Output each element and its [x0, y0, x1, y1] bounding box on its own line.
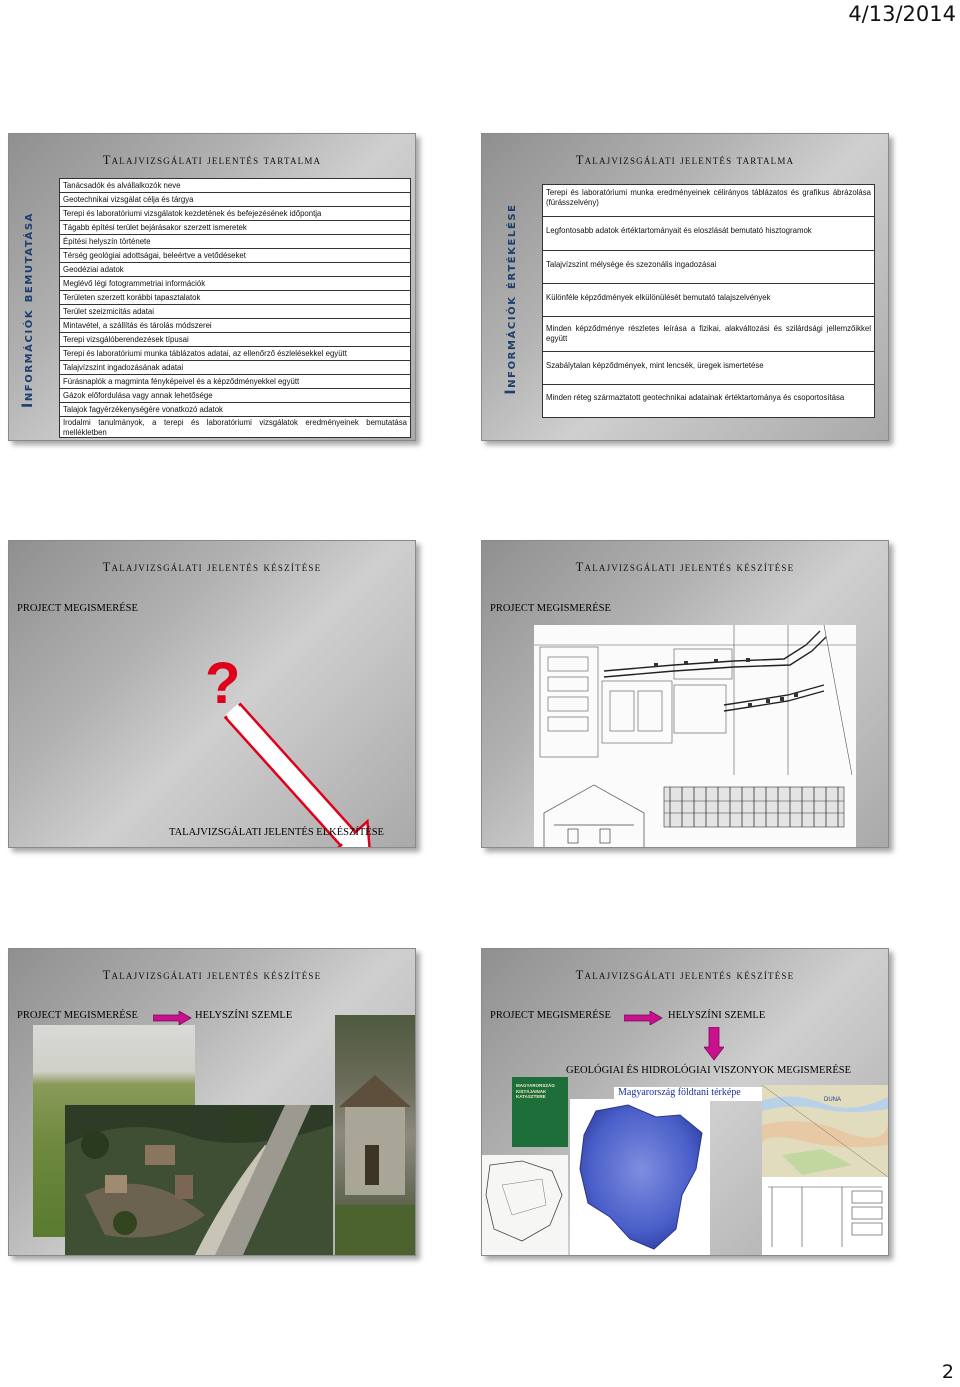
borehole-profile-drawing: [762, 1177, 888, 1255]
table-row: Terepi és laboratóriumi vizsgálatok kezd…: [60, 207, 410, 221]
map-region-label: DUNA: [824, 1097, 842, 1103]
table-row: Terepi és laboratóriumi munka táblázatos…: [60, 347, 410, 361]
table-row: Tanácsadók és alvállalkozók neve: [60, 179, 410, 193]
right-arrow-icon: [153, 1011, 192, 1025]
slide-contents-evaluation: Talajvizsgálati jelentés tartalma Inform…: [481, 133, 889, 441]
slide-report-preparation-2: Talajvizsgálati jelentés készítése PROJE…: [481, 540, 889, 848]
table-row: Tágabb építési terület bejárásakor szerz…: [60, 221, 410, 235]
table-row: Építési helyszín története: [60, 235, 410, 249]
site-visit-subtitle: HELYSZÍNI SZEMLE: [195, 1010, 293, 1021]
book-title: MAGYARORSZÁG KISTÁJAINAK KATASZTERE: [516, 1083, 555, 1099]
slide-title: Talajvizsgálati jelentés készítése: [482, 560, 888, 575]
right-arrow-icon: [624, 1011, 663, 1025]
table-row: Terepi és laboratóriumi munka eredményei…: [543, 185, 874, 217]
slide-report-preparation-3: Talajvizsgálati jelentés készítése PROJE…: [8, 948, 416, 1256]
hungary-map: [570, 1099, 710, 1255]
side-label-text: Információk értékelése: [503, 203, 519, 395]
header-date: 4/13/2014: [848, 2, 956, 26]
table-row: Mintavétel, a szállítás és tárolás módsz…: [60, 319, 410, 333]
geology-subtitle: GEOLÓGIAI ÉS HIDROLÓGIAI VISZONYOK MEGIS…: [566, 1065, 852, 1076]
table-row: Meglévő légi fotogrammetriai információk: [60, 277, 410, 291]
table-row: Területen szerzett korábbi tapasztalatok: [60, 291, 410, 305]
slide-title: Talajvizsgálati jelentés tartalma: [9, 153, 415, 168]
hungary-map-svg: [579, 1104, 703, 1250]
slide-title: Talajvizsgálati jelentés tartalma: [482, 153, 888, 168]
slide-contents-presentation: Talajvizsgálati jelentés tartalma Inform…: [8, 133, 416, 441]
table-row: Minden réteg származtatott geotechnikai …: [546, 393, 845, 402]
table-row: Talajok fagyérzékenységére vonatkozó ada…: [60, 403, 410, 417]
table-row: Irodalmi tanulmányok, a terepi és labora…: [63, 418, 407, 437]
page-number: 2: [941, 1361, 954, 1383]
slide-title-text: Talajvizsgálati jelentés tartalma: [102, 153, 322, 167]
table-row: Fúrásnaplók a magminta fényképeivel és a…: [60, 375, 410, 389]
slide-report-preparation-4: Talajvizsgálati jelentés készítése PROJE…: [481, 948, 889, 1256]
aerial-photo: [65, 1105, 333, 1255]
side-label-text: Információk bemutatása: [20, 212, 36, 408]
slide-title-text: Talajvizsgálati jelentés készítése: [102, 968, 322, 982]
book-cover: MAGYARORSZÁG KISTÁJAINAK KATASZTERE: [512, 1077, 568, 1147]
map-title: Magyarország földtani térképe: [618, 1087, 741, 1098]
table-row: Talajvízszint ingadozásának adatai: [60, 361, 410, 375]
table-row: Minden képződménye részletes leírása a f…: [543, 317, 874, 352]
evaluation-table: Terepi és laboratóriumi munka eredményei…: [542, 184, 875, 418]
table-row: Térség geológiai adottságai, beleértve a…: [60, 249, 410, 263]
borehole-profile-svg: [768, 1186, 883, 1247]
slide-title: Talajvizsgálati jelentés készítése: [482, 968, 888, 983]
geology-map-thumbnail: [482, 1155, 568, 1255]
table-row: Gázok előfordulása vagy annak lehetősége: [60, 389, 410, 403]
site-photo-house: [335, 1015, 415, 1255]
aerial-photo-svg: [65, 1105, 333, 1255]
side-label: Információk értékelése: [498, 182, 524, 416]
table-row: Legfontosabb adatok értéktartományait és…: [543, 217, 874, 251]
table-row: Talajvízszint mélysége és szezonális ing…: [543, 251, 874, 284]
table-row: Terepi vizsgálóberendezések típusai: [60, 333, 410, 347]
table-row: Geotechnikai vizsgálat célja és tárgya: [60, 193, 410, 207]
geological-map-detail: DUNA: [762, 1085, 888, 1177]
slide-title: Talajvizsgálati jelentés készítése: [9, 968, 415, 983]
geology-map-thumb-svg: [485, 1160, 563, 1242]
house-photo-svg: [335, 1075, 415, 1255]
report-complete-label: TALAJVIZSGÁLATI JELENTÉS ELKÉSZÍTÉSE: [169, 827, 384, 838]
project-subtitle: PROJECT MEGISMERÉSE: [490, 603, 611, 614]
table-row: Szabálytalan képződmények, mint lencsék,…: [543, 352, 874, 385]
slide-report-preparation-1: Talajvizsgálati jelentés készítése PROJE…: [8, 540, 416, 848]
project-subtitle: PROJECT MEGISMERÉSE: [490, 1010, 611, 1021]
map-title-bar: Magyarország földtani térképe: [614, 1087, 762, 1101]
slide-title-text: Talajvizsgálati jelentés készítése: [575, 968, 795, 982]
side-label: Információk bemutatása: [15, 182, 41, 438]
site-visit-subtitle: HELYSZÍNI SZEMLE: [668, 1010, 766, 1021]
table-row: Különféle képződmények elkülönülését bem…: [543, 284, 874, 317]
contents-table: Tanácsadók és alvállalkozók neve Geotech…: [59, 178, 411, 438]
project-subtitle: PROJECT MEGISMERÉSE: [17, 1010, 138, 1021]
site-plan-drawing: [534, 625, 856, 847]
table-row: Terület szeizmicitás adatai: [60, 305, 410, 319]
table-row: Geodéziai adatok: [60, 263, 410, 277]
site-plan-svg: [534, 625, 856, 847]
slide-title-text: Talajvizsgálati jelentés tartalma: [575, 153, 795, 167]
down-arrow-icon: [223, 702, 373, 847]
slide-title-text: Talajvizsgálati jelentés készítése: [575, 560, 795, 574]
down-arrow-icon: [704, 1027, 724, 1061]
